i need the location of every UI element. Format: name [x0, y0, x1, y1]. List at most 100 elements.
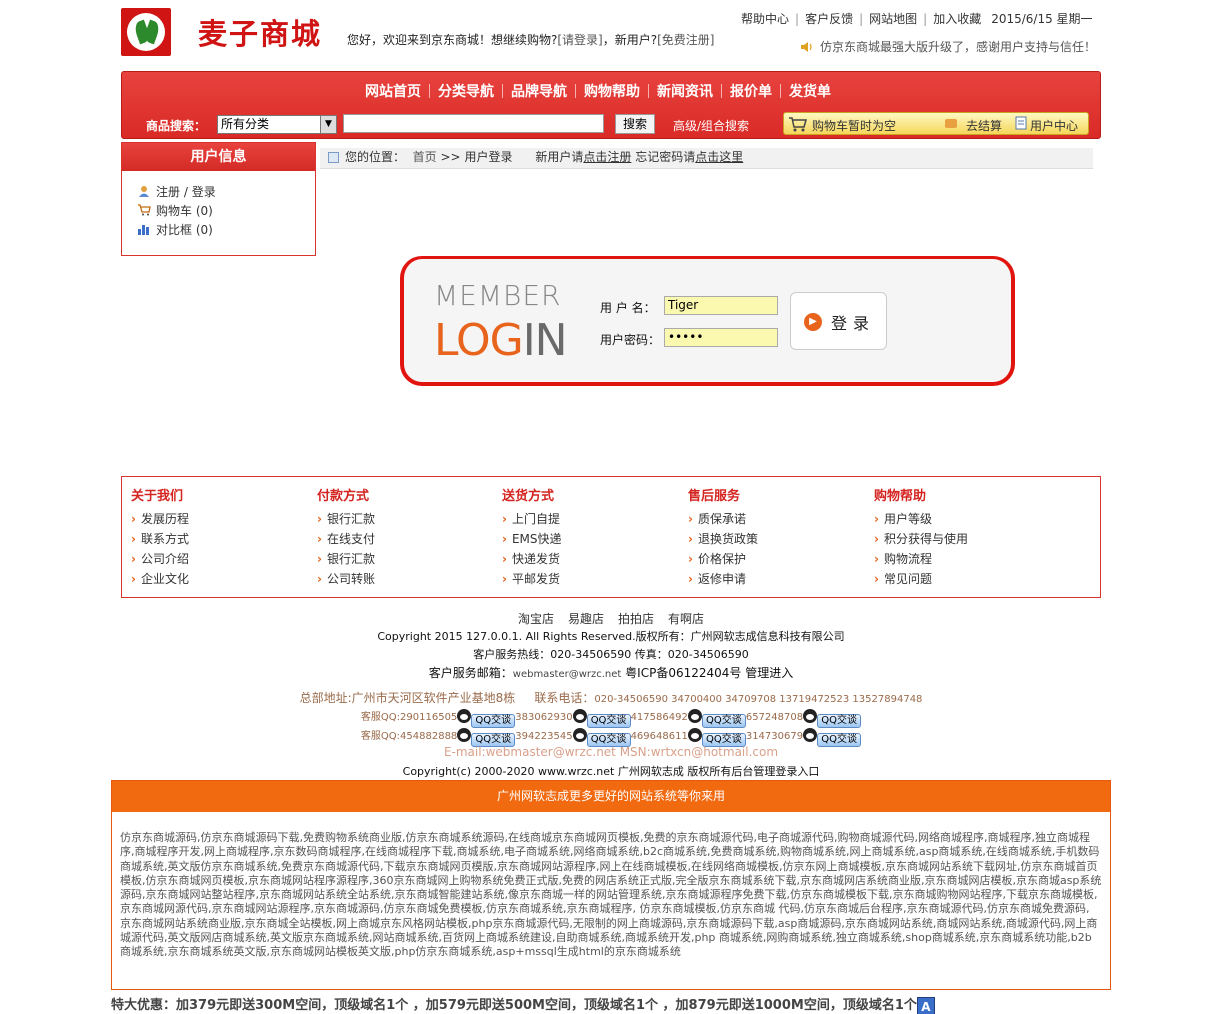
- qq-icon: [687, 728, 702, 742]
- footer-link[interactable]: 银行汇款: [317, 549, 497, 569]
- main-nav: 网站首页 分类导航 品牌导航 购物帮助 新闻资讯 报价单 发货单 商品搜索： 所有分类 ▼ 搜…: [121, 71, 1101, 139]
- footer-link[interactable]: 联系方式: [131, 529, 311, 549]
- nav-category[interactable]: 分类导航: [430, 81, 502, 101]
- nav-menu: 网站首页 分类导航 品牌导航 购物帮助 新闻资讯 报价单 发货单: [357, 81, 839, 101]
- qq-chat-button[interactable]: QQ交谈: [586, 714, 631, 728]
- icp-text[interactable]: 粤ICP备06122404号: [625, 666, 741, 680]
- footer-col-payment: 付款方式 银行汇款 在线支付 银行汇款 公司转账: [317, 485, 497, 589]
- qq-label: 客服QQ:: [360, 712, 401, 723]
- breadcrumb-home[interactable]: 首页: [413, 150, 437, 164]
- sidebar-login-link[interactable]: 登录: [192, 185, 216, 199]
- footer-link[interactable]: 用户等级: [874, 509, 1054, 529]
- footer-link[interactable]: 在线支付: [317, 529, 497, 549]
- sidebar-register-link[interactable]: 注册: [156, 185, 180, 199]
- search-label: 商品搜索：: [146, 119, 207, 133]
- password-field[interactable]: •••••: [664, 328, 778, 347]
- promo-systems-box: 广州网软志成更多更好的网站系统等你来用 仿京东商城源码,仿京东商城源码下载,免费…: [111, 780, 1111, 990]
- service-email[interactable]: webmaster@wrzc.net: [513, 669, 622, 680]
- username-field[interactable]: Tiger: [664, 296, 778, 315]
- footer-link[interactable]: 质保承诺: [688, 509, 868, 529]
- sidebar-cart-item[interactable]: 购物车 (0): [137, 202, 315, 221]
- location-icon: [328, 152, 339, 163]
- qq-chat-button[interactable]: QQ交谈: [471, 714, 516, 728]
- sidebar-compare-item[interactable]: 对比框 (0): [137, 221, 315, 240]
- login-logo-in: IN: [522, 315, 568, 366]
- footer-link[interactable]: 发展历程: [131, 509, 311, 529]
- qq-number: 383062930: [515, 712, 573, 723]
- sidebar-cart-label: 购物车 (0): [156, 204, 213, 218]
- help-center-link[interactable]: 帮助中心: [741, 12, 789, 26]
- qq-chat-button[interactable]: QQ交谈: [817, 714, 862, 728]
- address-text: 总部地址:广州市天河区软件产业基地8栋: [299, 691, 516, 705]
- admin-link[interactable]: 管理进入: [745, 666, 793, 680]
- login-button-label: 登录: [831, 314, 876, 333]
- shop-link-taobao[interactable]: 淘宝店: [518, 612, 554, 626]
- qq-icon: [687, 709, 702, 723]
- footer-link[interactable]: 公司介绍: [131, 549, 311, 569]
- search-row: 商品搜索： 所有分类 ▼ 搜索 高级/组合搜索 购物车暂时为空 去结算 用户中心: [122, 112, 1100, 138]
- footer-link[interactable]: 平邮发货: [502, 569, 682, 589]
- shop-link-paipai[interactable]: 拍拍店: [618, 612, 654, 626]
- login-panel: MEMBER LOGIN 用 户 名： Tiger 用户密码： ••••• ▶ …: [400, 256, 1015, 386]
- nav-news[interactable]: 新闻资讯: [649, 81, 721, 101]
- qq-number: 394223545: [515, 731, 573, 742]
- search-button[interactable]: 搜索: [615, 114, 655, 134]
- footer-link[interactable]: 快递发货: [502, 549, 682, 569]
- logo-text[interactable]: 麦子商城: [198, 16, 322, 52]
- login-button[interactable]: ▶ 登录: [790, 292, 887, 350]
- service-email-row: 客户服务邮箱：webmaster@wrzc.net 粤ICP备06122404号…: [0, 664, 1222, 681]
- promo-systems-title: 广州网软志成更多更好的网站系统等你来用: [112, 781, 1110, 812]
- click-register-link[interactable]: 点击注册: [583, 150, 631, 164]
- feedback-link[interactable]: 客户反馈: [805, 12, 853, 26]
- qq-chat-button[interactable]: QQ交谈: [701, 714, 746, 728]
- qq-icon: [803, 728, 818, 742]
- qq-number: 454882888: [400, 731, 458, 742]
- footer-link[interactable]: 公司转账: [317, 569, 497, 589]
- shop-link-youa[interactable]: 有啊店: [668, 612, 704, 626]
- footer-link[interactable]: 价格保护: [688, 549, 868, 569]
- footer-link[interactable]: 上门自提: [502, 509, 682, 529]
- copyright2-text[interactable]: Copyright(c) 2000-2020 www.wrzc.net 广州网软…: [0, 763, 1222, 779]
- user-center-link[interactable]: 用户中心: [1030, 117, 1078, 134]
- shop-links: 淘宝店 易趣店 拍拍店 有啊店: [0, 610, 1222, 627]
- click-here-link[interactable]: 点击这里: [695, 150, 743, 164]
- cart-status[interactable]: 购物车暂时为空: [812, 117, 896, 134]
- advanced-search-link[interactable]: 高级/组合搜索: [673, 117, 749, 134]
- phones-label: 联系电话：: [534, 691, 595, 705]
- footer-link[interactable]: EMS快递: [502, 529, 682, 549]
- qq-icon: [803, 709, 818, 723]
- search-input[interactable]: [343, 114, 604, 133]
- category-selected: 所有分类: [221, 117, 270, 131]
- checkout-link[interactable]: 去结算: [966, 117, 1002, 134]
- footer-col-help: 购物帮助 用户等级 积分获得与使用 购物流程 常见问题: [874, 485, 1054, 589]
- add-favorite-link[interactable]: 加入收藏: [933, 12, 981, 26]
- footer-link[interactable]: 返修申请: [688, 569, 868, 589]
- qq-number: 657248708: [745, 712, 804, 723]
- sitemap-link[interactable]: 网站地图: [869, 12, 917, 26]
- category-select[interactable]: 所有分类 ▼: [217, 115, 337, 134]
- chevron-down-icon[interactable]: ▼: [320, 116, 336, 133]
- footer-link[interactable]: 常见问题: [874, 569, 1054, 589]
- nav-brand[interactable]: 品牌导航: [503, 81, 575, 101]
- footer-link[interactable]: 银行汇款: [317, 509, 497, 529]
- login-logo-text: LOGIN: [434, 315, 568, 366]
- footer-link[interactable]: 购物流程: [874, 549, 1054, 569]
- address-row: 总部地址:广州市天河区软件产业基地8栋 联系电话：020-34506590 34…: [0, 689, 1222, 706]
- nav-home[interactable]: 网站首页: [357, 81, 429, 101]
- footer-link[interactable]: 企业文化: [131, 569, 311, 589]
- nav-quote[interactable]: 报价单: [722, 81, 780, 101]
- login-link[interactable]: [请登录]: [557, 33, 602, 47]
- register-link[interactable]: [免费注册]: [657, 33, 714, 47]
- footer-col-title: 售后服务: [688, 489, 741, 504]
- shop-link-yiqu[interactable]: 易趣店: [568, 612, 604, 626]
- footer-link[interactable]: 积分获得与使用: [874, 529, 1054, 549]
- footer-link[interactable]: 退换货政策: [688, 529, 868, 549]
- nav-invoice[interactable]: 发货单: [781, 81, 839, 101]
- special-offer-bar: 特大优惠：加379元即送300M空间，顶级域名1个 ，加579元即送500M空间…: [111, 994, 1111, 1014]
- user-info-title: 用户信息: [122, 143, 315, 171]
- qq-number: 290116505: [400, 712, 458, 723]
- logo-mark[interactable]: [121, 8, 171, 56]
- nav-help[interactable]: 购物帮助: [576, 81, 648, 101]
- font-size-icon[interactable]: A: [916, 997, 935, 1014]
- footer-col-title: 关于我们: [131, 489, 184, 504]
